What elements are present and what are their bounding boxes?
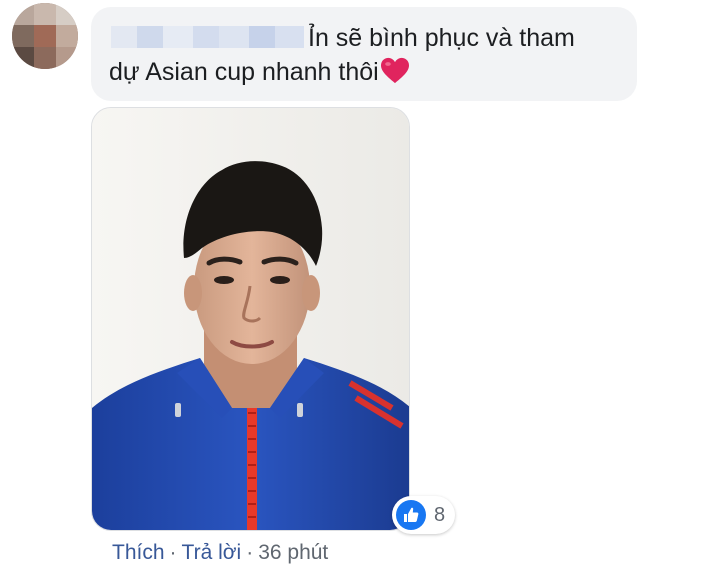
comment-timestamp[interactable]: 36 phút [258, 541, 328, 564]
separator-dot: · [246, 541, 254, 564]
like-icon [396, 500, 426, 530]
comment-actions: Thích · Trả lời · 36 phút [112, 538, 328, 568]
like-link[interactable]: Thích [112, 541, 165, 564]
comment-bubble: Ỉn sẽ bình phục và tham dự Asian cup nha… [91, 7, 637, 101]
comment-line-1: Ỉn sẽ bình phục và tham [109, 21, 619, 55]
separator-dot: · [169, 541, 177, 564]
comment-text-line-1: Ỉn sẽ bình phục và tham [308, 24, 575, 52]
reaction-summary[interactable]: 8 [392, 496, 456, 534]
reaction-count: 8 [434, 503, 446, 526]
comment-thread: Ỉn sẽ bình phục và tham dự Asian cup nha… [0, 0, 715, 585]
comment-photo[interactable] [91, 107, 410, 531]
reply-link[interactable]: Trả lời [182, 541, 242, 564]
commenter-name-blurred[interactable] [111, 26, 304, 48]
person-selfie-image [92, 108, 409, 530]
comment-line-2: dự Asian cup nhanh thôi [109, 55, 619, 89]
comment-text-line-2: dự Asian cup nhanh thôi [109, 58, 379, 86]
avatar[interactable] [12, 3, 78, 69]
red-heart-icon [380, 57, 409, 84]
